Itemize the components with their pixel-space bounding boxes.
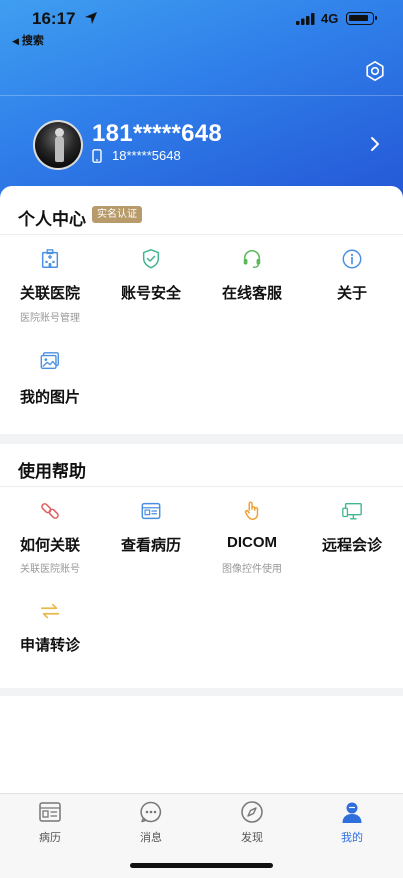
settings-gear-icon[interactable] [364, 60, 386, 82]
menu-item-linked-hospital[interactable]: 关联医院 医院账号管理 [0, 248, 100, 328]
compass-icon [241, 801, 263, 823]
monitor-icon [342, 502, 362, 520]
tab-me[interactable]: 我的 [302, 794, 402, 854]
tab-discover[interactable]: 发现 [202, 794, 302, 854]
help-item-label: DICOM [227, 534, 277, 551]
chat-icon [140, 801, 162, 823]
help-item-dicom[interactable]: DICOM 图像控件使用 [202, 500, 302, 580]
tab-label: 发现 [241, 832, 263, 844]
menu-item-account-security[interactable]: 账号安全 [101, 248, 201, 328]
menu-item-label: 我的图片 [19, 389, 80, 406]
header-divider [0, 95, 403, 96]
help-item-remote-consult[interactable]: 远程会诊 [302, 500, 402, 580]
section-divider [0, 234, 403, 235]
section-divider [0, 486, 403, 487]
menu-item-about[interactable]: 关于 [302, 248, 402, 328]
phone-number: 18*****5648 [112, 148, 181, 163]
shield-check-icon [142, 249, 160, 269]
help-item-sublabel: 关联医院账号 [20, 564, 80, 575]
menu-item-label: 关于 [336, 285, 367, 302]
home-indicator[interactable] [130, 863, 273, 868]
image-icon [40, 352, 59, 370]
menu-item-label: 账号安全 [120, 285, 181, 302]
tab-label: 病历 [39, 832, 61, 844]
tab-label: 我的 [341, 832, 363, 844]
back-to-search-link[interactable]: ◀ 搜索 [12, 32, 44, 48]
menu-item-label: 关联医院 [19, 285, 80, 302]
help-item-label: 查看病历 [120, 537, 181, 554]
avatar-body [55, 136, 64, 162]
help-item-label: 远程会诊 [321, 537, 382, 554]
record-icon [39, 802, 61, 822]
record-card-icon [141, 502, 161, 520]
help-item-request-transfer[interactable]: 申请转诊 [0, 600, 100, 660]
username: 181*****648 [92, 120, 223, 147]
personal-center-title: 个人中心 [18, 210, 86, 229]
link-icon [41, 503, 59, 519]
help-item-view-records[interactable]: 查看病历 [101, 500, 201, 580]
back-label: 搜索 [21, 35, 44, 47]
headset-icon [243, 250, 261, 268]
hospital-icon [41, 249, 59, 268]
help-item-label: 申请转诊 [19, 637, 80, 654]
back-triangle-icon: ◀ [12, 36, 19, 46]
status-time: 16:17 [32, 9, 76, 28]
battery-icon [346, 12, 377, 25]
mobile-phone-icon [92, 149, 102, 163]
status-bar: 16:17 4G [0, 9, 403, 31]
help-item-label: 如何关联 [19, 537, 80, 554]
help-card: 使用帮助 如何关联 关联医院账号 查看病历 DICOM 图像控件使用 远程会诊 … [0, 444, 403, 688]
help-item-how-to-link[interactable]: 如何关联 关联医院账号 [0, 500, 100, 580]
help-title: 使用帮助 [18, 462, 86, 481]
network-type: 4G [321, 11, 339, 26]
help-item-sublabel: 图像控件使用 [222, 564, 282, 575]
avatar[interactable] [33, 120, 83, 170]
verified-badge: 实名认证 [92, 206, 142, 223]
pointer-hand-icon [244, 501, 259, 520]
menu-item-label: 在线客服 [221, 285, 282, 302]
empty-area [0, 696, 403, 793]
profile-header: 16:17 4G ◀ 搜索 181*****648 18*****5648 [0, 0, 403, 200]
menu-item-sublabel: 医院账号管理 [20, 313, 80, 324]
tab-messages[interactable]: 消息 [101, 794, 201, 854]
signal-icon [296, 13, 315, 25]
tab-records[interactable]: 病历 [0, 794, 100, 854]
chevron-right-icon[interactable] [370, 136, 380, 152]
location-arrow-icon [85, 12, 97, 24]
menu-item-my-images[interactable]: 我的图片 [0, 350, 100, 410]
transfer-arrows-icon [40, 603, 60, 619]
tab-label: 消息 [140, 832, 162, 844]
user-icon [342, 802, 362, 823]
info-icon [342, 249, 362, 269]
personal-center-card: 个人中心 实名认证 关联医院 医院账号管理 账号安全 在线客服 关于 我的图片 [0, 186, 403, 434]
menu-item-online-support[interactable]: 在线客服 [202, 248, 302, 328]
